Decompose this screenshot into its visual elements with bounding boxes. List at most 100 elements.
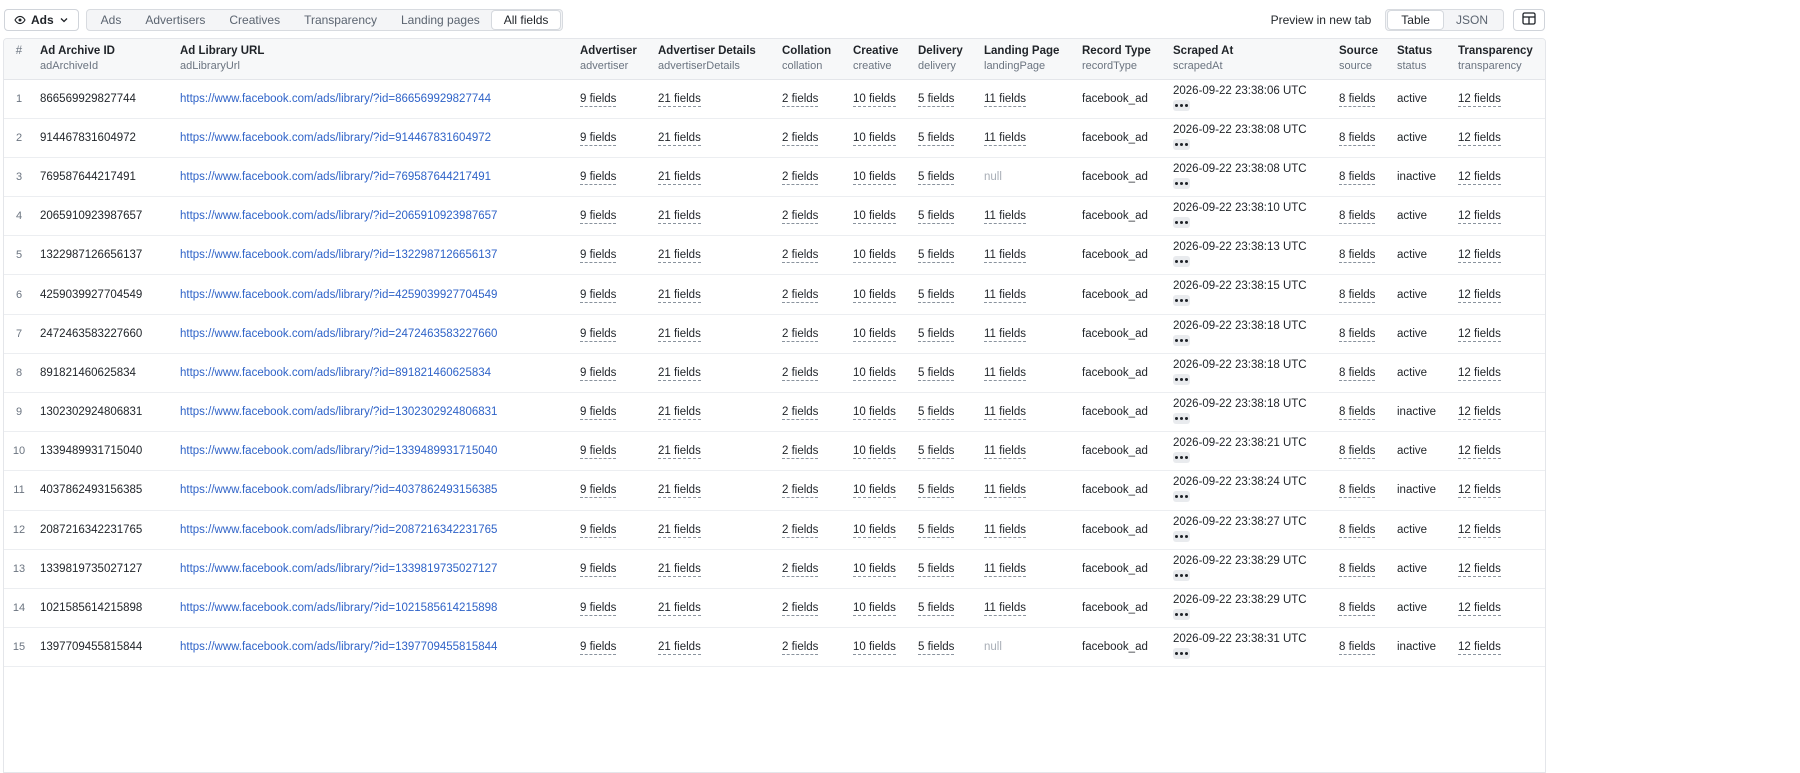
tab-landing-pages[interactable]: Landing pages <box>389 11 492 29</box>
collation-fields-toggle[interactable]: 2 fields <box>782 602 819 617</box>
ad-library-url-link[interactable]: https://www.facebook.com/ads/library/?id… <box>180 210 497 222</box>
advertiser-fields-toggle[interactable]: 9 fields <box>580 131 617 146</box>
source-fields-toggle[interactable]: 8 fields <box>1339 406 1376 421</box>
column-header-recordtype[interactable]: Record Type recordType <box>1076 39 1167 80</box>
column-header-collation[interactable]: Collation collation <box>776 39 847 80</box>
source-fields-toggle[interactable]: 8 fields <box>1339 327 1376 342</box>
source-fields-toggle[interactable]: 8 fields <box>1339 249 1376 264</box>
creative-fields-toggle[interactable]: 10 fields <box>853 366 896 381</box>
delivery-fields-toggle[interactable]: 5 fields <box>918 170 955 185</box>
transparency-fields-toggle[interactable]: 12 fields <box>1458 445 1501 460</box>
more-options-icon[interactable] <box>1173 648 1190 660</box>
column-header-adarchiveid[interactable]: Ad Archive ID adArchiveId <box>34 39 174 80</box>
advertiserdetails-fields-toggle[interactable]: 21 fields <box>658 562 701 577</box>
column-header-creative[interactable]: Creative creative <box>847 39 912 80</box>
source-fields-toggle[interactable]: 8 fields <box>1339 288 1376 303</box>
source-fields-toggle[interactable]: 8 fields <box>1339 131 1376 146</box>
ad-library-url-link[interactable]: https://www.facebook.com/ads/library/?id… <box>180 602 497 614</box>
transparency-fields-toggle[interactable]: 12 fields <box>1458 562 1501 577</box>
source-fields-toggle[interactable]: 8 fields <box>1339 523 1376 538</box>
delivery-fields-toggle[interactable]: 5 fields <box>918 210 955 225</box>
ad-library-url-link[interactable]: https://www.facebook.com/ads/library/?id… <box>180 563 497 575</box>
collation-fields-toggle[interactable]: 2 fields <box>782 249 819 264</box>
advertiser-fields-toggle[interactable]: 9 fields <box>580 210 617 225</box>
advertiser-fields-toggle[interactable]: 9 fields <box>580 445 617 460</box>
landingpage-fields-toggle[interactable]: 11 fields <box>984 288 1026 303</box>
ad-library-url-link[interactable]: https://www.facebook.com/ads/library/?id… <box>180 406 497 418</box>
transparency-fields-toggle[interactable]: 12 fields <box>1458 327 1501 342</box>
ad-library-url-link[interactable]: https://www.facebook.com/ads/library/?id… <box>180 249 497 261</box>
landingpage-fields-toggle[interactable]: 11 fields <box>984 327 1026 342</box>
advertiserdetails-fields-toggle[interactable]: 21 fields <box>658 484 701 499</box>
landingpage-fields-toggle[interactable]: 11 fields <box>984 131 1026 146</box>
transparency-fields-toggle[interactable]: 12 fields <box>1458 170 1501 185</box>
advertiserdetails-fields-toggle[interactable]: 21 fields <box>658 523 701 538</box>
more-options-icon[interactable] <box>1173 334 1190 346</box>
advertiser-fields-toggle[interactable]: 9 fields <box>580 602 617 617</box>
transparency-fields-toggle[interactable]: 12 fields <box>1458 406 1501 421</box>
delivery-fields-toggle[interactable]: 5 fields <box>918 602 955 617</box>
advertiser-fields-toggle[interactable]: 9 fields <box>580 406 617 421</box>
more-options-icon[interactable] <box>1173 138 1190 150</box>
advertiserdetails-fields-toggle[interactable]: 21 fields <box>658 131 701 146</box>
table-row[interactable]: 9 1302302924806831 https://www.facebook.co… <box>4 392 1545 433</box>
transparency-fields-toggle[interactable]: 12 fields <box>1458 288 1501 303</box>
landingpage-fields-toggle[interactable]: 11 fields <box>984 210 1026 225</box>
collation-fields-toggle[interactable]: 2 fields <box>782 131 819 146</box>
table-row[interactable]: 7 2472463583227660 https://www.facebook.co… <box>4 314 1545 354</box>
creative-fields-toggle[interactable]: 10 fields <box>853 641 896 656</box>
table-row[interactable]: 3 769587644217491 https://www.facebook.com… <box>4 157 1545 198</box>
more-options-icon[interactable] <box>1173 530 1190 542</box>
landingpage-fields-toggle[interactable]: 11 fields <box>984 484 1026 499</box>
ad-library-url-link[interactable]: https://www.facebook.com/ads/library/?id… <box>180 445 497 457</box>
transparency-fields-toggle[interactable]: 12 fields <box>1458 131 1501 146</box>
column-header-source[interactable]: Source source <box>1333 39 1391 80</box>
source-fields-toggle[interactable]: 8 fields <box>1339 562 1376 577</box>
layout-button[interactable] <box>1513 9 1545 31</box>
more-options-icon[interactable] <box>1173 569 1190 581</box>
tab-ads[interactable]: Ads <box>89 11 134 29</box>
table-row[interactable]: 11 4037862493156385 https://www.facebook.c… <box>4 470 1545 511</box>
advertiserdetails-fields-toggle[interactable]: 21 fields <box>658 288 701 303</box>
collation-fields-toggle[interactable]: 2 fields <box>782 92 819 107</box>
advertiser-fields-toggle[interactable]: 9 fields <box>580 170 617 185</box>
creative-fields-toggle[interactable]: 10 fields <box>853 523 896 538</box>
transparency-fields-toggle[interactable]: 12 fields <box>1458 249 1501 264</box>
collation-fields-toggle[interactable]: 2 fields <box>782 366 819 381</box>
advertiser-fields-toggle[interactable]: 9 fields <box>580 562 617 577</box>
column-header-transparency[interactable]: Transparency transparency <box>1452 39 1545 80</box>
collation-fields-toggle[interactable]: 2 fields <box>782 170 819 185</box>
transparency-fields-toggle[interactable]: 12 fields <box>1458 602 1501 617</box>
transparency-fields-toggle[interactable]: 12 fields <box>1458 484 1501 499</box>
collation-fields-toggle[interactable]: 2 fields <box>782 523 819 538</box>
creative-fields-toggle[interactable]: 10 fields <box>853 406 896 421</box>
advertiser-fields-toggle[interactable]: 9 fields <box>580 366 617 381</box>
delivery-fields-toggle[interactable]: 5 fields <box>918 288 955 303</box>
column-header-scrapedat[interactable]: Scraped At scrapedAt <box>1167 39 1333 80</box>
more-options-icon[interactable] <box>1173 177 1190 189</box>
delivery-fields-toggle[interactable]: 5 fields <box>918 562 955 577</box>
advertiser-fields-toggle[interactable]: 9 fields <box>580 523 617 538</box>
table-row[interactable]: 10 1339489931715040 https://www.facebook.c… <box>4 431 1545 472</box>
more-options-icon[interactable] <box>1173 99 1190 111</box>
transparency-fields-toggle[interactable]: 12 fields <box>1458 523 1501 538</box>
more-options-icon[interactable] <box>1173 295 1190 307</box>
collation-fields-toggle[interactable]: 2 fields <box>782 406 819 421</box>
more-options-icon[interactable] <box>1173 452 1190 464</box>
landingpage-fields-toggle[interactable]: 11 fields <box>984 249 1026 264</box>
json-mode-button[interactable]: JSON <box>1443 11 1501 29</box>
table-row[interactable]: 1 866569929827744 https://www.facebook.com… <box>4 79 1545 119</box>
collation-fields-toggle[interactable]: 2 fields <box>782 210 819 225</box>
ad-library-url-link[interactable]: https://www.facebook.com/ads/library/?id… <box>180 641 497 653</box>
ad-library-url-link[interactable]: https://www.facebook.com/ads/library/?id… <box>180 289 497 301</box>
advertiserdetails-fields-toggle[interactable]: 21 fields <box>658 170 701 185</box>
creative-fields-toggle[interactable]: 10 fields <box>853 445 896 460</box>
source-fields-toggle[interactable]: 8 fields <box>1339 366 1376 381</box>
landingpage-fields-toggle[interactable]: 11 fields <box>984 562 1026 577</box>
advertiserdetails-fields-toggle[interactable]: 21 fields <box>658 327 701 342</box>
more-options-icon[interactable] <box>1173 217 1190 229</box>
transparency-fields-toggle[interactable]: 12 fields <box>1458 641 1501 656</box>
table-row[interactable]: 6 4259039927704549 https://www.facebook.co… <box>4 274 1545 315</box>
tab-transparency[interactable]: Transparency <box>292 11 389 29</box>
source-fields-toggle[interactable]: 8 fields <box>1339 170 1376 185</box>
